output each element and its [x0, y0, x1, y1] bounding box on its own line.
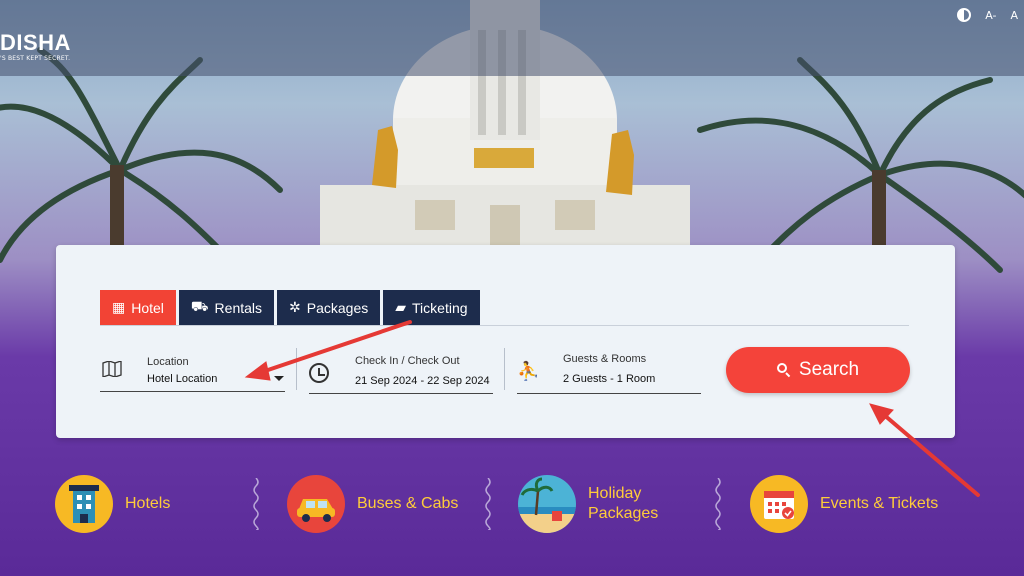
font-normal-button[interactable]: A	[1010, 9, 1018, 22]
car-icon: ⛟	[190, 298, 209, 314]
guests-value: 2 Guests - 1 Room	[563, 373, 656, 385]
font-decrease-button[interactable]: A-	[985, 9, 996, 22]
quick-link-label-line2: Packages	[588, 505, 659, 522]
quick-link-buses-cabs[interactable]: Buses & Cabs	[287, 474, 458, 534]
guests-rooms-field[interactable]: ⛹ Guests & Rooms 2 Guests - 1 Room	[517, 349, 701, 394]
brand-logo[interactable]: DISHA 'S BEST KEPT SECRET.	[0, 30, 71, 63]
quick-links: Hotels Buses & Cabs Holiday Packages Eve…	[0, 470, 1024, 540]
accessibility-controls: A- A	[957, 8, 1018, 22]
car-icon	[287, 475, 345, 533]
search-button[interactable]: Search	[726, 347, 910, 393]
clock-icon	[309, 363, 329, 383]
palm-tree-icon: ✲	[289, 299, 301, 315]
guests-label: Guests & Rooms	[563, 353, 647, 365]
quick-link-label: Holiday Packages	[588, 484, 658, 524]
hotel-icon: ▦	[112, 299, 126, 315]
hotel-building-icon	[55, 475, 113, 533]
checkin-checkout-field[interactable]: Check In / Check Out 21 Sep 2024 - 22 Se…	[309, 349, 493, 394]
tab-ticketing[interactable]: ▰ Ticketing	[383, 290, 480, 325]
field-underline	[309, 393, 493, 394]
tab-rentals[interactable]: ⛟ Rentals	[178, 290, 275, 325]
field-separator	[296, 348, 297, 390]
tab-label: Rentals	[214, 299, 263, 316]
quick-link-label: Events & Tickets	[820, 495, 939, 512]
tab-label: Packages	[306, 299, 369, 316]
divider-wave	[253, 478, 259, 530]
location-value: Hotel Location	[147, 373, 218, 385]
quick-link-label: Hotels	[125, 495, 171, 512]
map-icon	[102, 361, 122, 377]
tab-packages[interactable]: ✲ Packages	[277, 290, 381, 325]
tab-hotel[interactable]: ▦ Hotel	[100, 290, 176, 325]
calendar-icon	[750, 475, 808, 533]
location-field[interactable]: Location Hotel Location	[100, 349, 285, 392]
field-underline	[100, 391, 285, 392]
dates-label: Check In / Check Out	[355, 355, 460, 367]
field-separator	[504, 348, 505, 390]
chevron-down-icon[interactable]	[274, 376, 284, 381]
traveler-icon: ⛹	[517, 361, 540, 382]
search-icon	[776, 363, 791, 377]
quick-link-label: Buses & Cabs	[357, 495, 459, 512]
divider-wave	[715, 478, 721, 530]
ticket-icon: ▰	[395, 299, 407, 315]
brand-name: DISHA	[0, 30, 71, 55]
brand-tagline: 'S BEST KEPT SECRET.	[0, 55, 71, 62]
beach-icon	[518, 475, 576, 533]
tab-divider	[100, 325, 909, 326]
quick-link-label-line1: Holiday	[588, 485, 642, 502]
quick-link-hotels[interactable]: Hotels	[55, 474, 170, 534]
tab-label: Hotel	[131, 299, 164, 316]
contrast-icon[interactable]	[957, 8, 972, 22]
top-bar: DISHA 'S BEST KEPT SECRET. A- A	[0, 0, 1024, 76]
divider-wave	[485, 478, 491, 530]
booking-search-panel: ▦ Hotel ⛟ Rentals ✲ Packages ▰ Ticketing…	[56, 245, 955, 438]
booking-tabs: ▦ Hotel ⛟ Rentals ✲ Packages ▰ Ticketing	[100, 290, 480, 325]
dates-value: 21 Sep 2024 - 22 Sep 2024	[355, 375, 490, 387]
quick-link-events-tickets[interactable]: Events & Tickets	[750, 474, 938, 534]
field-underline	[517, 393, 701, 394]
search-button-label: Search	[798, 359, 860, 380]
tab-label: Ticketing	[412, 299, 468, 316]
location-label: Location	[147, 356, 189, 368]
quick-link-holiday-packages[interactable]: Holiday Packages	[518, 474, 658, 534]
